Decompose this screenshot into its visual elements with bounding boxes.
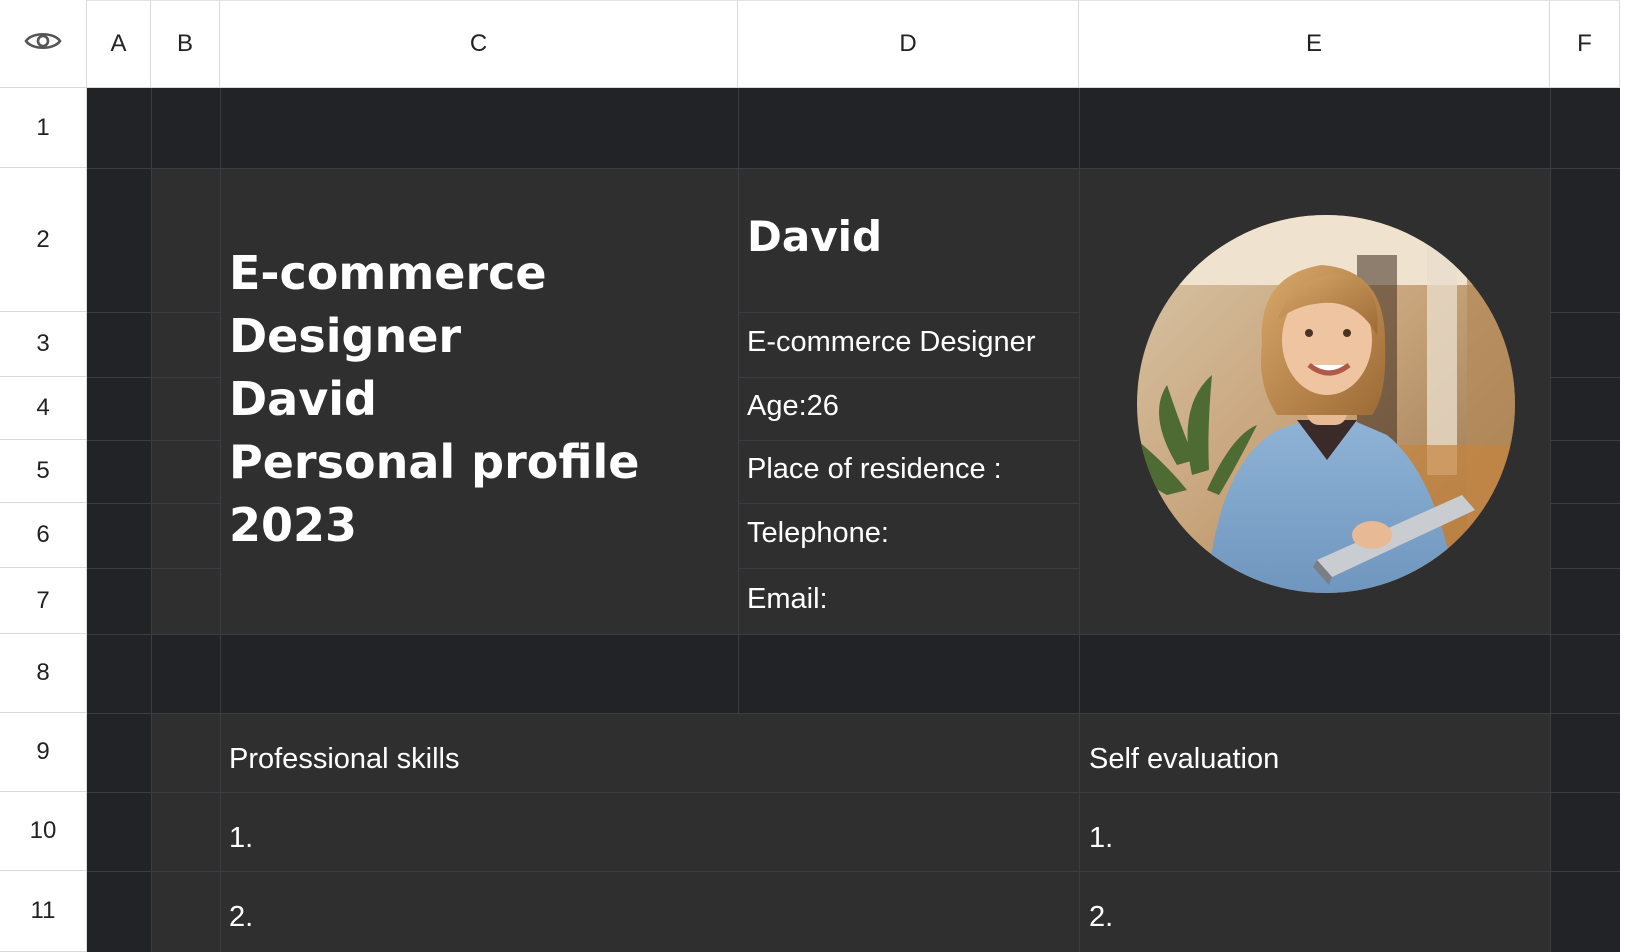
row-header-5[interactable]: 5 bbox=[0, 440, 87, 503]
gridline bbox=[87, 871, 1620, 872]
gridline bbox=[1550, 440, 1620, 441]
name-cell[interactable]: David bbox=[747, 212, 882, 261]
row-header-8[interactable]: 8 bbox=[0, 634, 87, 713]
gridline bbox=[1550, 88, 1551, 952]
column-header-e[interactable]: E bbox=[1079, 0, 1550, 88]
gridline bbox=[738, 312, 1079, 313]
gridline bbox=[738, 568, 1079, 569]
skill-item[interactable]: 2. bbox=[229, 901, 253, 934]
gridline bbox=[87, 503, 220, 504]
evaluation-item[interactable]: 2. bbox=[1089, 901, 1113, 934]
gridline bbox=[87, 377, 220, 378]
skill-item[interactable]: 1. bbox=[229, 822, 253, 855]
role-cell[interactable]: E-commerce Designer bbox=[747, 326, 1035, 359]
column-header-f[interactable]: F bbox=[1550, 0, 1620, 88]
column-header-a[interactable]: A bbox=[87, 0, 151, 88]
row-header-11[interactable]: 11 bbox=[0, 871, 87, 952]
gridline bbox=[87, 568, 220, 569]
title-line: 2023 bbox=[229, 498, 358, 552]
row-header-1[interactable]: 1 bbox=[0, 88, 87, 168]
gridline bbox=[738, 88, 739, 713]
row-header-10[interactable]: 10 bbox=[0, 792, 87, 871]
gridline bbox=[87, 713, 1620, 714]
row-header-9[interactable]: 9 bbox=[0, 713, 87, 792]
title-line: E-commerce bbox=[229, 246, 547, 300]
title-line: David bbox=[229, 372, 377, 426]
title-line: Personal profile bbox=[229, 435, 640, 489]
gridline bbox=[87, 440, 220, 441]
gridline bbox=[87, 312, 220, 313]
self-evaluation-header[interactable]: Self evaluation bbox=[1089, 743, 1279, 776]
gridline bbox=[738, 440, 1079, 441]
age-cell[interactable]: Age:26 bbox=[747, 390, 839, 423]
gridline bbox=[1550, 503, 1620, 504]
gridline bbox=[1079, 88, 1080, 952]
profile-photo[interactable] bbox=[1137, 215, 1515, 593]
residence-cell[interactable]: Place of residence : bbox=[747, 453, 1002, 486]
email-cell[interactable]: Email: bbox=[747, 583, 828, 616]
gridline bbox=[738, 503, 1079, 504]
column-header-b[interactable]: B bbox=[151, 0, 220, 88]
gridline bbox=[1550, 312, 1620, 313]
row-header-6[interactable]: 6 bbox=[0, 503, 87, 568]
evaluation-item[interactable]: 1. bbox=[1089, 822, 1113, 855]
gridline bbox=[87, 168, 1620, 169]
row-header-2[interactable]: 2 bbox=[0, 168, 87, 312]
telephone-cell[interactable]: Telephone: bbox=[747, 517, 889, 550]
title-line: Designer bbox=[229, 309, 462, 363]
toggle-visibility-button[interactable] bbox=[0, 0, 87, 88]
professional-skills-header[interactable]: Professional skills bbox=[229, 743, 459, 776]
eye-icon bbox=[24, 29, 62, 58]
row-header-3[interactable]: 3 bbox=[0, 312, 87, 377]
row-header-4[interactable]: 4 bbox=[0, 377, 87, 440]
gridline bbox=[87, 792, 1620, 793]
gridline bbox=[151, 88, 152, 952]
gridline bbox=[87, 634, 1620, 635]
profile-title-cell[interactable]: E-commerce Designer David Personal profi… bbox=[229, 242, 729, 557]
gridline bbox=[220, 88, 221, 952]
gridline bbox=[1550, 377, 1620, 378]
gridline bbox=[1550, 568, 1620, 569]
gridline bbox=[738, 377, 1079, 378]
column-header-c[interactable]: C bbox=[220, 0, 738, 88]
row-header-7[interactable]: 7 bbox=[0, 568, 87, 634]
column-header-d[interactable]: D bbox=[738, 0, 1079, 88]
